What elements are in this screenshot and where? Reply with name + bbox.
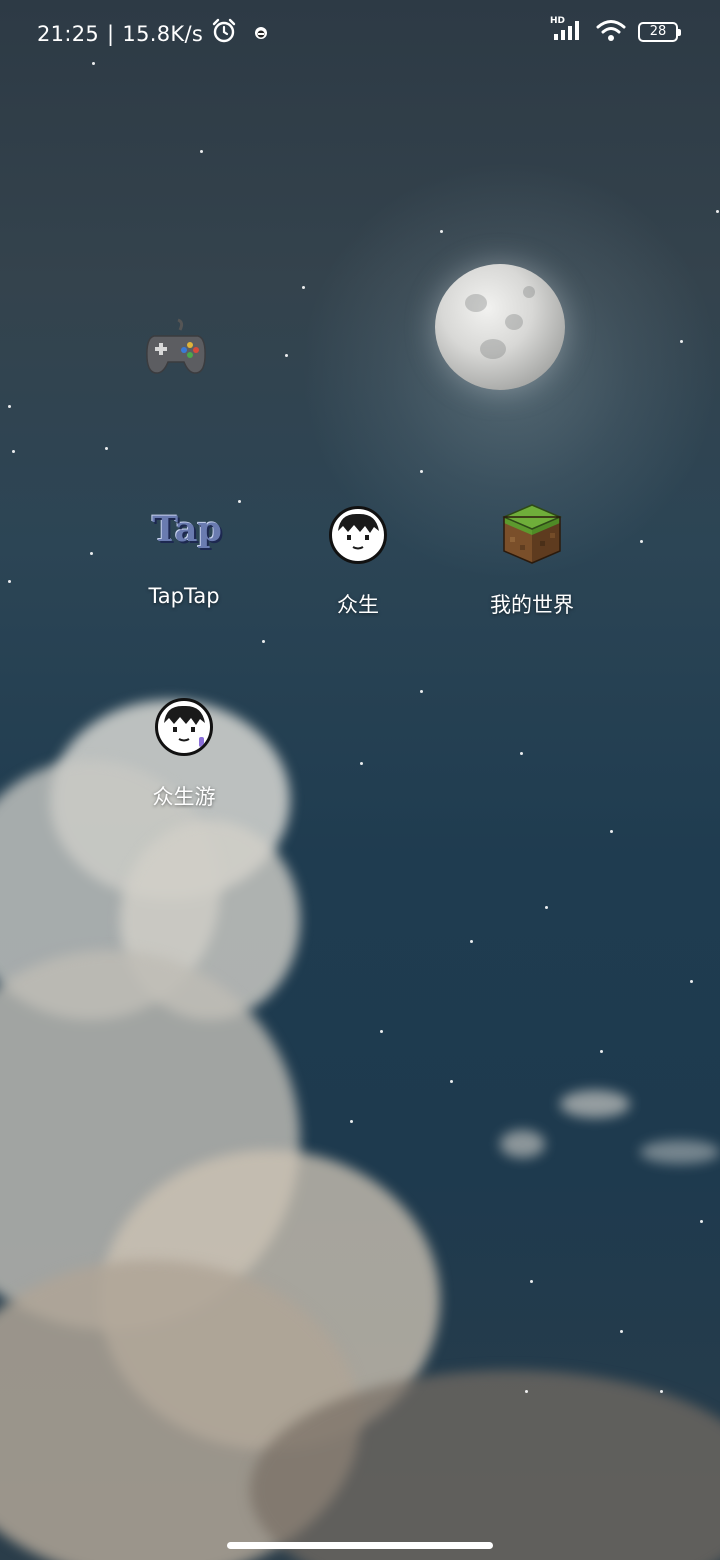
status-separator: |: [107, 21, 115, 46]
app-zhongsheng[interactable]: 众生: [273, 503, 443, 619]
app-label-zhongshengyou: 众生游: [152, 785, 216, 809]
gamepad-icon[interactable]: [144, 318, 208, 378]
home-indicator[interactable]: [227, 1542, 493, 1549]
battery-indicator: 28: [638, 22, 681, 42]
network-speed: 15.8K/s: [122, 21, 204, 46]
zhongshengyou-face-icon: [152, 695, 216, 759]
cellular-signal-icon: HD: [550, 16, 584, 46]
status-right: HD 28: [550, 16, 681, 46]
signal-hd-label: HD: [550, 16, 566, 26]
clock: 21:25: [37, 21, 100, 46]
app-taptap[interactable]: Tap TapTap: [99, 498, 269, 608]
status-left: 21:25 | 15.8K/s: [37, 18, 269, 49]
zhongsheng-face-icon: [326, 503, 390, 567]
app-notification-icon: [253, 22, 269, 46]
taptap-icon: Tap: [152, 498, 222, 562]
battery-level: 28: [649, 24, 667, 39]
moon: [435, 264, 565, 390]
alarm-clock-icon: [211, 18, 237, 49]
taptap-icon-text: Tap: [152, 509, 222, 550]
app-zhongshengyou[interactable]: 众生游: [99, 695, 269, 811]
minecraft-grass-block-icon: [500, 503, 564, 567]
app-label-zhongsheng: 众生: [337, 593, 379, 617]
app-label-minecraft: 我的世界: [490, 593, 574, 617]
app-minecraft[interactable]: 我的世界: [447, 503, 617, 619]
wifi-icon: [596, 18, 626, 46]
app-label-taptap: TapTap: [148, 584, 220, 608]
status-bar: 21:25 | 15.8K/s HD 28: [0, 0, 720, 64]
